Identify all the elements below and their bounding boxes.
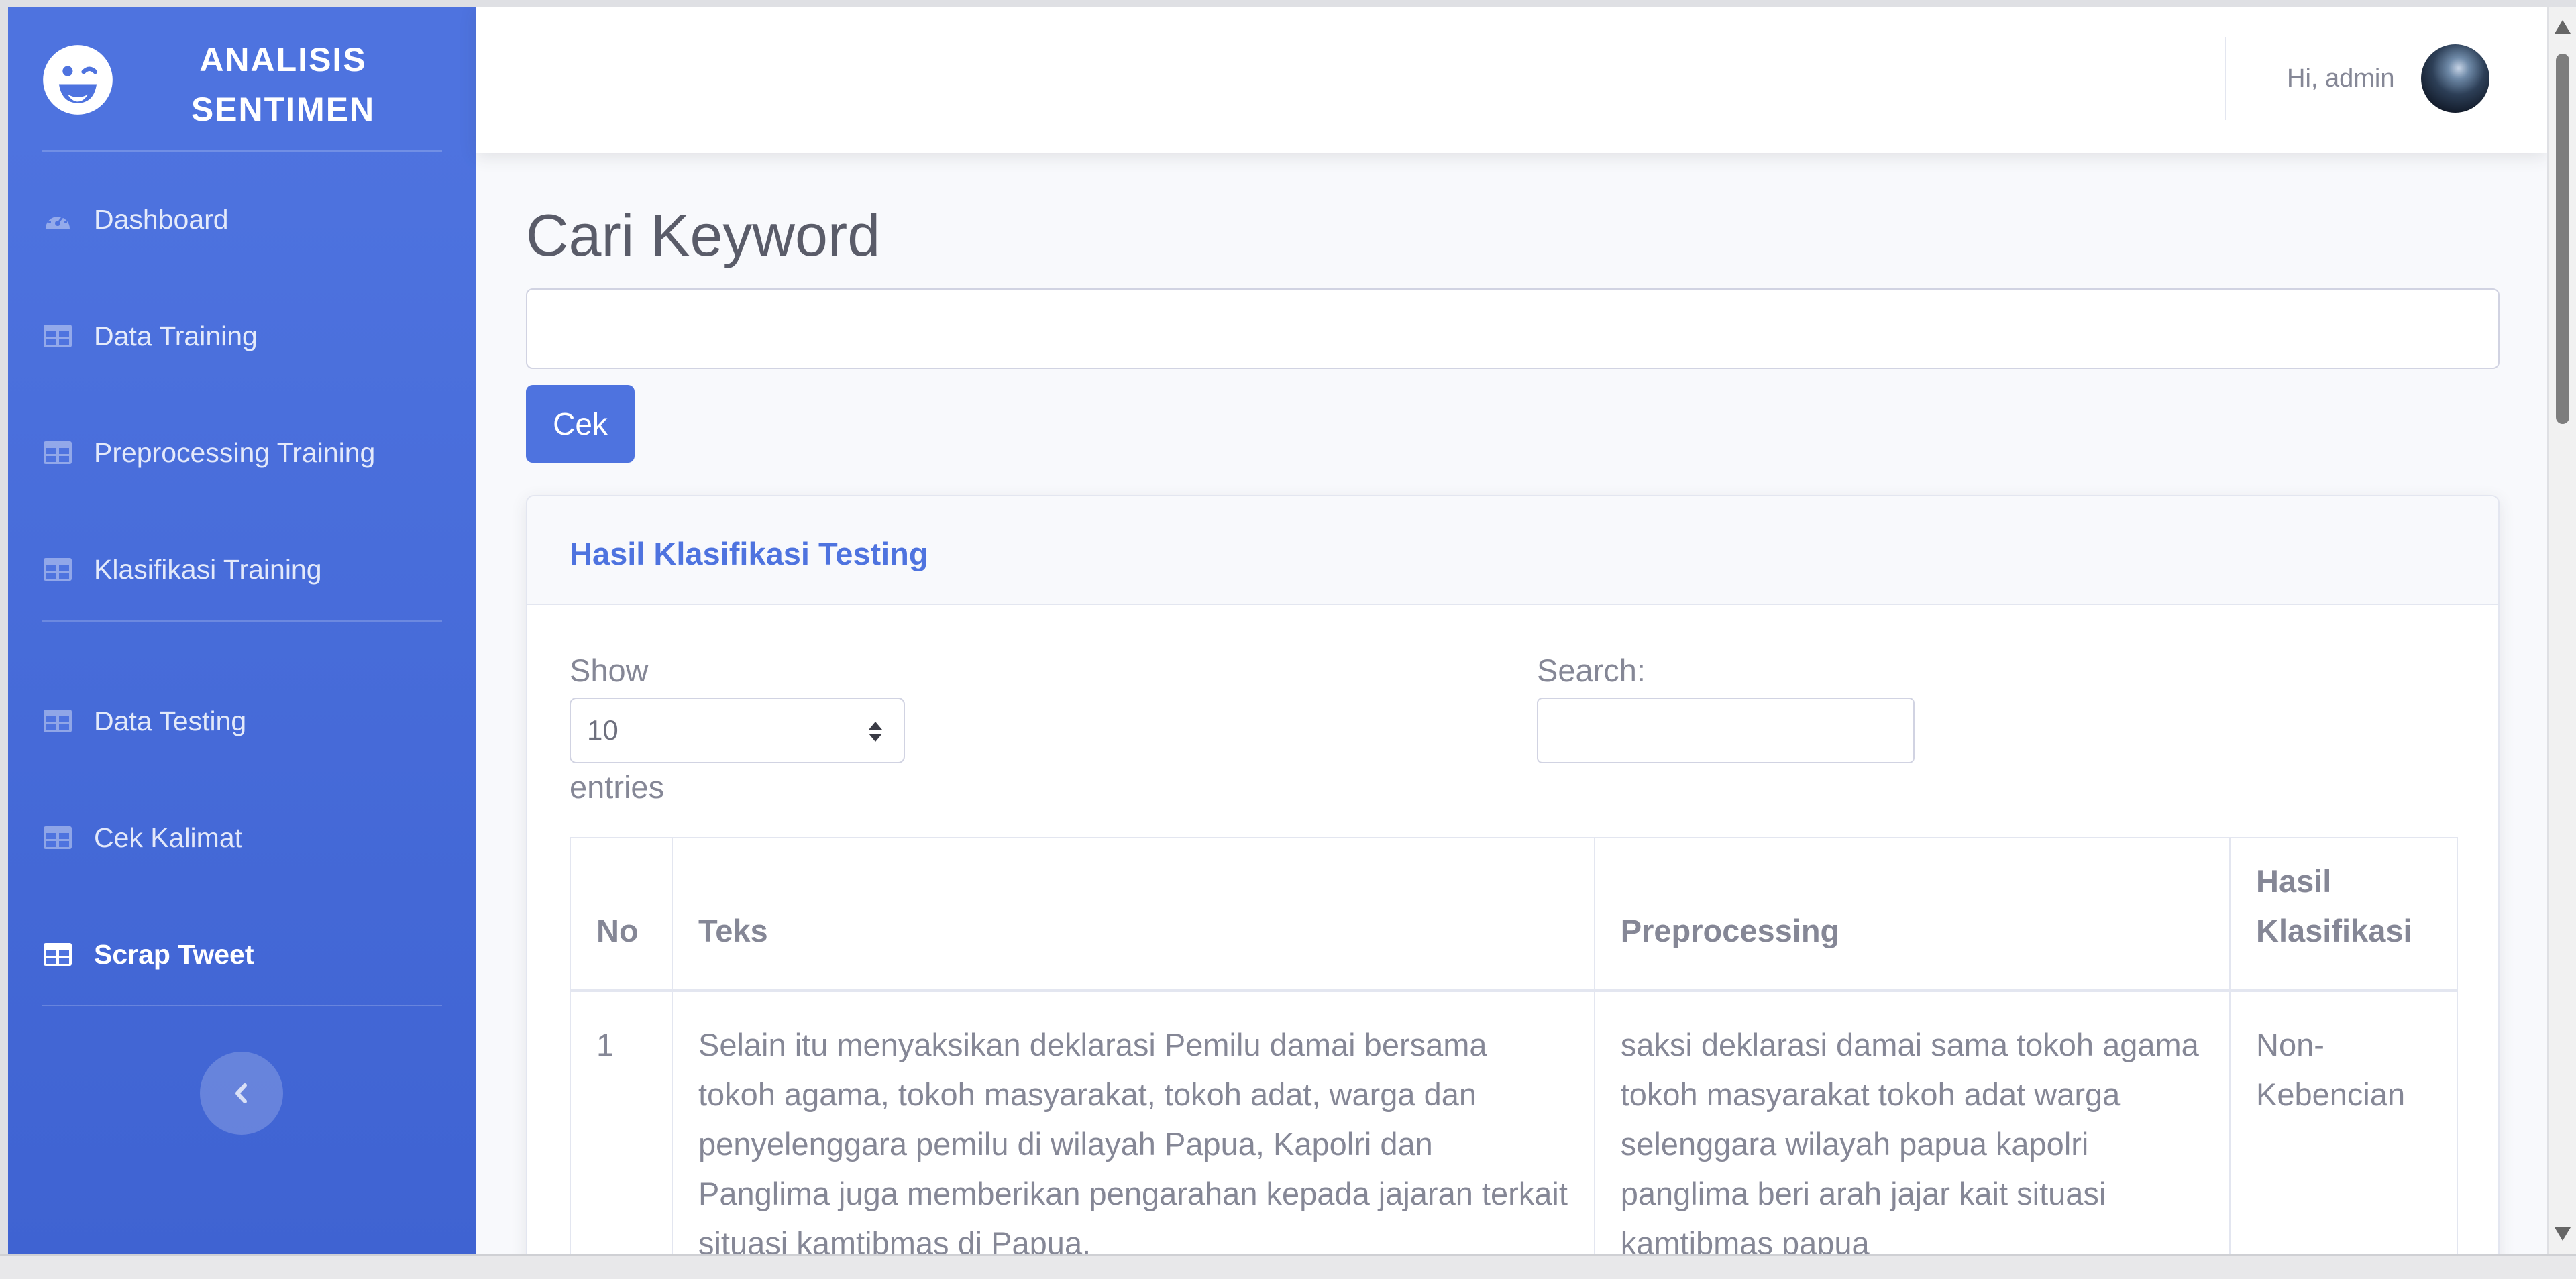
column-header-hasil-klasifikasi[interactable]: Hasil Klasifikasi [2229, 837, 2458, 992]
entries-select-value: 10 [587, 714, 619, 746]
column-header-no[interactable]: No [570, 837, 673, 992]
table-icon [44, 710, 72, 732]
sidebar-divider [42, 1005, 442, 1006]
card-header: Hasil Klasifikasi Testing [527, 496, 2498, 605]
chevron-left-icon [235, 1083, 247, 1103]
scroll-thumb[interactable] [2556, 54, 2569, 424]
table-icon [44, 558, 72, 581]
sidebar-item-preprocessing-training[interactable]: Preprocessing Training [8, 416, 476, 490]
cell-no: 1 [570, 990, 673, 1254]
results-table: No Teks Preprocessing Hasil Klasifikasi … [570, 837, 2458, 1254]
sidebar-item-dashboard[interactable]: Dashboard [8, 182, 476, 256]
sidebar-item-label: Cek Kalimat [94, 822, 243, 853]
sidebar-item-scrap-tweet[interactable]: Scrap Tweet [8, 917, 476, 991]
page-title: Cari Keyword [526, 202, 881, 268]
app-frame: ANALISIS SENTIMEN Dashboard Data Trainin… [8, 7, 2547, 1254]
window-bottom-edge [0, 1254, 2576, 1279]
scroll-down-arrow-icon[interactable] [2555, 1227, 2571, 1241]
sidebar-item-label: Data Testing [94, 705, 247, 736]
cell-teks: Selain itu menyaksikan deklarasi Pemilu … [671, 990, 1595, 1254]
topbar-divider [2225, 37, 2226, 120]
column-header-teks[interactable]: Teks [671, 837, 1595, 992]
sidebar-divider [42, 150, 442, 152]
sidebar-brand[interactable]: ANALISIS SENTIMEN [8, 7, 476, 151]
results-card: Hasil Klasifikasi Testing Show 10 entrie… [526, 495, 2500, 1254]
sidebar-item-data-testing[interactable]: Data Testing [8, 684, 476, 758]
keyword-input[interactable] [526, 288, 2500, 369]
topbar: Hi, admin [476, 7, 2547, 153]
sidebar-item-label: Klasifikasi Training [94, 553, 322, 585]
table-icon [44, 826, 72, 849]
table-icon [44, 441, 72, 464]
sidebar-item-label: Scrap Tweet [94, 938, 254, 970]
avatar[interactable] [2421, 44, 2489, 113]
length-label-after: entries [570, 769, 665, 805]
card-title: Hasil Klasifikasi Testing [570, 536, 928, 571]
table-icon [44, 325, 72, 347]
sidebar-item-label: Preprocessing Training [94, 437, 376, 468]
cell-preprocessing: saksi deklarasi damai sama tokoh agama t… [1593, 990, 2231, 1254]
search-input[interactable] [1537, 698, 1915, 763]
sidebar-divider [42, 620, 442, 622]
sidebar-item-klasifikasi-training[interactable]: Klasifikasi Training [8, 533, 476, 606]
cell-hasil: Non-Kebencian [2229, 990, 2458, 1254]
sort-arrows-icon [869, 722, 882, 742]
sidebar-item-data-training[interactable]: Data Training [8, 299, 476, 373]
brand-title: ANALISIS SENTIMEN [191, 41, 376, 128]
column-header-preprocessing[interactable]: Preprocessing [1593, 837, 2231, 992]
length-label-before: Show [570, 653, 649, 688]
table-header-row: No Teks Preprocessing Hasil Klasifikasi [570, 837, 2458, 992]
user-greeting[interactable]: Hi, admin [2287, 64, 2395, 93]
table-row: 1 Selain itu menyaksikan deklarasi Pemil… [570, 990, 2458, 1254]
entries-select[interactable]: 10 [570, 698, 905, 763]
sidebar-toggle-button[interactable] [200, 1052, 283, 1135]
sidebar-item-cek-kalimat[interactable]: Cek Kalimat [8, 801, 476, 875]
page-scrollbar[interactable] [2549, 7, 2576, 1254]
sidebar-item-label: Dashboard [94, 203, 229, 235]
sidebar-item-label: Data Training [94, 320, 258, 351]
tachometer-icon [46, 212, 70, 229]
table-icon [44, 943, 72, 966]
scroll-up-arrow-icon[interactable] [2555, 20, 2571, 34]
cek-button[interactable]: Cek [526, 385, 635, 463]
laugh-wink-icon [43, 45, 113, 115]
search-label: Search: [1537, 653, 1646, 688]
sidebar: ANALISIS SENTIMEN Dashboard Data Trainin… [8, 7, 476, 1254]
